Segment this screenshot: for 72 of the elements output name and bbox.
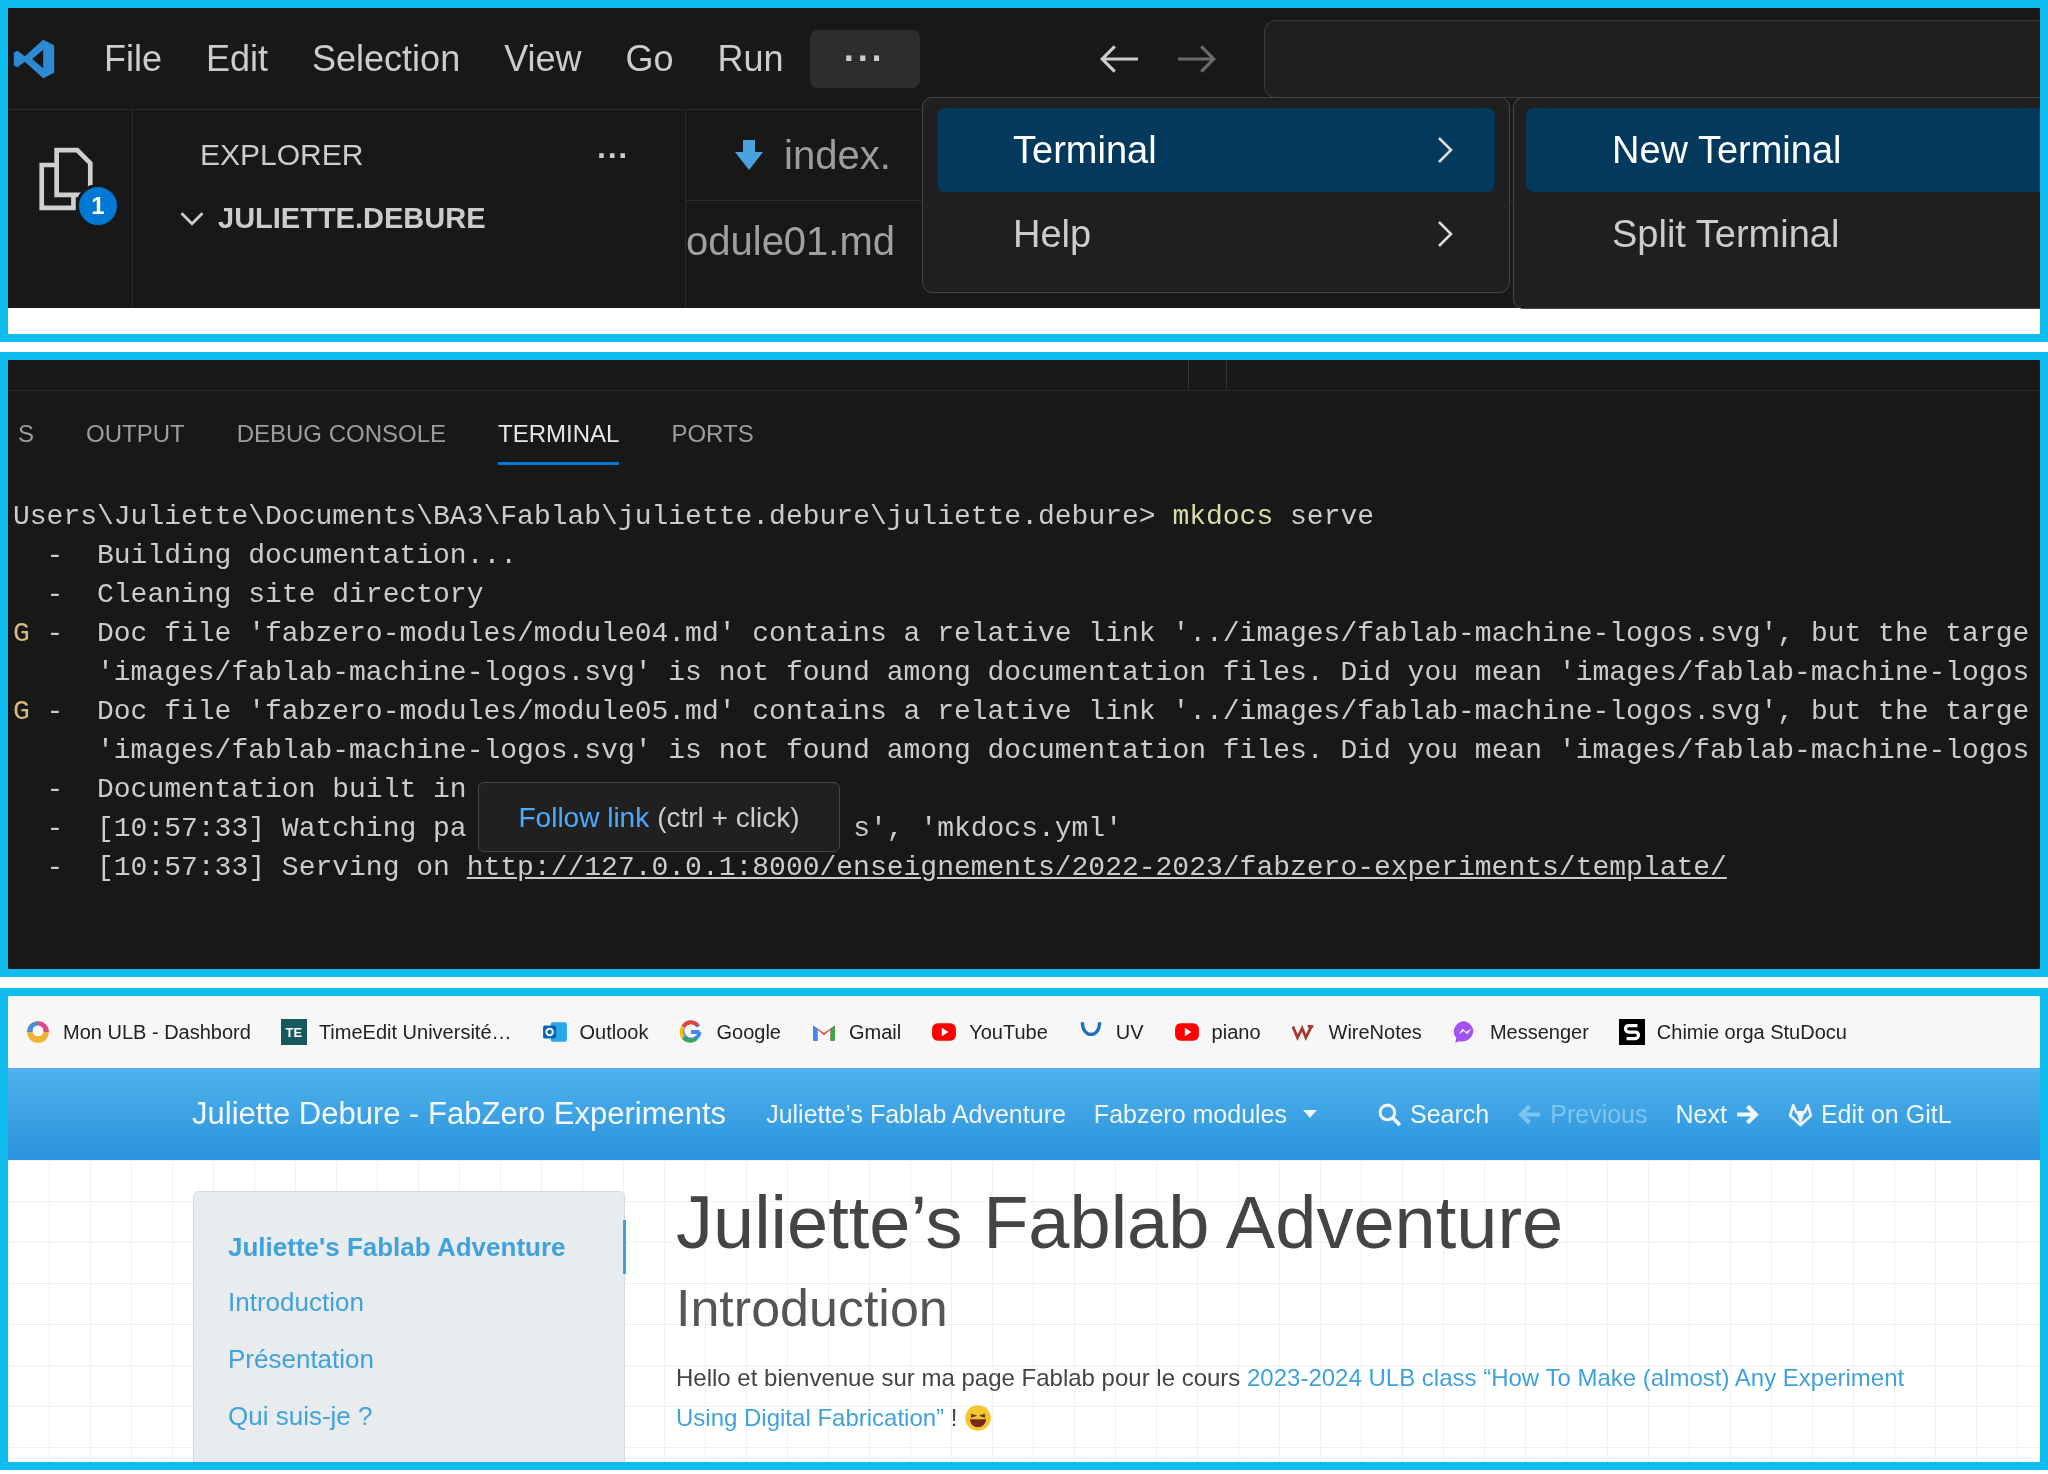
list-dash: -: [46, 618, 64, 649]
editor-tab[interactable]: index.: [686, 132, 891, 178]
bookmark-link[interactable]: Messenger: [1489, 1020, 1589, 1044]
output-text: Doc file 'fabzero-modules/module05.md' contains a relative link '../images/fablab-machine-logos.svg', but the targe: [97, 696, 2030, 727]
section-heading: Introduction: [676, 1278, 949, 1339]
bookmark-link[interactable]: Chimie orga StuDocu: [1656, 1020, 1847, 1044]
menu-item[interactable]: Run: [699, 29, 802, 88]
bookmark-link[interactable]: TimeEdit Université…: [318, 1020, 512, 1044]
log-level-tag: G: [13, 618, 30, 649]
output-text: Building documentation...: [97, 540, 518, 571]
intro-paragraph: Hello et bienvenue sur ma page Fablab pour le cours 2023-2024 ULB class “How To Make (almost) Any Experiment Using Digital Fabrication” !: [676, 1363, 1905, 1434]
search-icon: [1377, 1101, 1402, 1127]
fox-icon: [1787, 1101, 1813, 1127]
output-text: Cleaning site directory: [97, 579, 484, 610]
bookmark-link[interactable]: piano: [1211, 1020, 1261, 1044]
bookmark-link[interactable]: Gmail: [848, 1020, 902, 1044]
list-dash: -: [46, 696, 64, 727]
caret-icon: [1303, 1110, 1317, 1118]
explorer-title: EXPLORER: [200, 138, 364, 172]
list-dash: -: [46, 774, 64, 805]
bookmark-link[interactable]: YouTube: [969, 1020, 1048, 1044]
log-level-tag: G: [13, 696, 30, 727]
menu-item[interactable]: ···: [809, 29, 920, 88]
output-text: Doc file 'fabzero-modules/module04.md' contains a relative link '../images/fablab-machine-logos.svg', but the targe: [97, 618, 2030, 649]
menu-item[interactable]: View: [486, 29, 600, 88]
bookmark-link[interactable]: Google: [716, 1020, 781, 1044]
menu-entry[interactable]: New Terminal: [1526, 108, 2040, 192]
list-dash: -: [46, 540, 64, 571]
chevron-right-icon: [1435, 135, 1455, 165]
output-text: [10:57:33] Watching pa: [97, 813, 467, 844]
notification-badge: 1: [76, 184, 120, 228]
bookmark-link[interactable]: Mon ULB - Dashbord: [63, 1020, 251, 1044]
menu-entry[interactable]: Split Terminal: [1526, 192, 2040, 276]
list-dash: -: [46, 852, 64, 883]
app-logo-icon: TE: [280, 1019, 307, 1045]
output-text: 'images/fablab-machine-logos.svg' is not found among documentation files. Did you mean 'images/fablab-machine-logos: [97, 735, 2030, 766]
panel-tab[interactable]: TERMINAL: [498, 405, 620, 465]
page-title: Juliette’s Fablab Adventure: [676, 1180, 1565, 1266]
back-arrow-icon[interactable]: [1097, 42, 1140, 75]
output-text: 'images/fablab-machine-logos.svg' is not found among documentation files. Did you mean 'images/fablab-machine-logos: [97, 657, 2030, 688]
menu-item[interactable]: Selection: [294, 29, 479, 88]
panel-tab[interactable]: DEBUG CONSOLE: [236, 405, 447, 465]
folder-name[interactable]: JULIETTE.DEBURE: [218, 202, 486, 235]
follow-link[interactable]: Follow link: [518, 797, 650, 837]
terminal-link[interactable]: http://127.0.0.1:8000/enseignements/2022-2023/fabzero-experiments/template/: [466, 852, 1727, 883]
menu-entry[interactable]: Help: [937, 192, 1495, 276]
bookmark-link[interactable]: UV: [1115, 1020, 1144, 1044]
menu-item[interactable]: Edit: [188, 29, 287, 88]
panel-tab[interactable]: S: [18, 405, 34, 465]
pin-icon: [25, 1019, 51, 1045]
smiley-icon: [964, 1404, 993, 1432]
list-dash: -: [46, 813, 64, 844]
list-dash: -: [46, 579, 64, 610]
bookmark-link[interactable]: WireNotes: [1328, 1020, 1422, 1044]
panel-tab[interactable]: OUTPUT: [86, 405, 185, 465]
down-arrow-icon: [734, 138, 764, 172]
command-argument: serve: [1290, 501, 1375, 532]
mail-app-icon: [541, 1019, 568, 1045]
output-text: Documentation built in: [97, 774, 467, 805]
command-name: mkdocs: [1172, 501, 1274, 532]
more-button[interactable]: ···: [591, 135, 635, 175]
menu-entry[interactable]: Terminal: [937, 108, 1495, 192]
output-text: s', 'mkdocs.yml': [853, 813, 1122, 844]
tooltip-hint: (ctrl + click): [657, 800, 800, 835]
panel-tab[interactable]: PORTS: [671, 405, 754, 465]
menu-item[interactable]: File: [86, 29, 180, 88]
chevron-right-icon: [1435, 219, 1455, 249]
menu-item[interactable]: Go: [607, 29, 692, 88]
s-logo-icon: [1618, 1019, 1645, 1045]
prompt-path: Users\Juliette\Documents\BA3\Fablab\juliette.debure\juliette.debure>: [13, 501, 1156, 532]
bookmark-link[interactable]: Outlook: [579, 1020, 649, 1044]
output-text: [10:57:33] Serving on: [97, 852, 450, 883]
